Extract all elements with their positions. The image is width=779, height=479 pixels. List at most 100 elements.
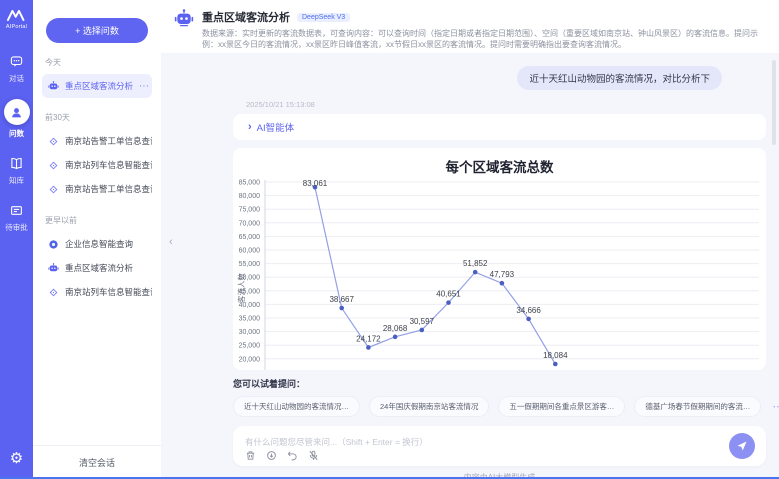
conversation-title: 重点区域客流分析	[65, 262, 133, 274]
robot-icon	[48, 81, 59, 92]
svg-text:25,000: 25,000	[239, 343, 261, 350]
logo-icon	[6, 9, 28, 22]
agent-steps-expander[interactable]: › AI智能体	[233, 114, 766, 140]
conversation-item[interactable]: 南京站告警工单信息查询	[42, 177, 152, 201]
message-input[interactable]	[245, 437, 601, 447]
svg-text:34,666: 34,666	[516, 306, 541, 315]
logo-text: AIPortal	[6, 24, 28, 30]
message-timestamp: 2025/10/21 15:13:08	[246, 100, 766, 109]
rail-item-knowledge[interactable]: 知库	[8, 154, 26, 186]
conversation-title: 重点区域客流分析	[65, 80, 133, 92]
robot-avatar-icon	[174, 9, 194, 53]
chevron-right-icon: ›	[248, 121, 252, 133]
arrow-down-circle-icon[interactable]	[266, 450, 277, 461]
svg-text:70,000: 70,000	[239, 220, 261, 227]
rail-items: 对话问数知库待审批	[4, 52, 30, 248]
trash-icon[interactable]	[245, 450, 256, 461]
suggestion-chip[interactable]: 近十天红山动物园的客流情况…	[233, 396, 360, 417]
approval-icon	[8, 201, 26, 219]
diamond-icon	[48, 287, 59, 298]
org-icon	[48, 239, 59, 250]
expander-label: AI智能体	[257, 120, 294, 134]
diamond-icon	[48, 184, 59, 195]
chat-bubble-icon	[8, 52, 26, 70]
paper-plane-icon	[736, 440, 748, 452]
svg-text:客流人数: 客流人数	[236, 273, 246, 303]
scrollbar-thumb[interactable]	[772, 60, 776, 145]
svg-text:20,000: 20,000	[239, 356, 261, 363]
svg-text:40,651: 40,651	[436, 290, 461, 299]
ask-data-icon	[4, 99, 30, 125]
icon-rail: AIPortal 对话问数知库待审批 ⚙	[0, 0, 33, 479]
conversation-title: 南京站列车信息智能查询	[65, 286, 152, 298]
rail-item-ask-data[interactable]: 问数	[4, 99, 30, 139]
chat-area: 近十天红山动物园的客流情况，对比分析下 2025/10/21 15:13:08 …	[161, 53, 779, 479]
collapse-panel-icon[interactable]: ‹	[169, 236, 173, 248]
svg-text:28,068: 28,068	[383, 324, 408, 333]
rail-item-label: 问数	[9, 128, 24, 139]
svg-text:65,000: 65,000	[239, 234, 261, 241]
conversation-item[interactable]: 南京站列车信息智能查询	[42, 153, 152, 177]
model-badge: DeepSeek V3	[297, 13, 350, 22]
send-button[interactable]	[729, 433, 755, 459]
passenger-flow-line-chart: 85,00080,00075,00070,00065,00060,00055,0…	[233, 178, 766, 370]
agent-title: 重点区域客流分析	[202, 9, 290, 25]
diamond-icon	[48, 136, 59, 147]
more-suggestions-icon[interactable]: ⋯	[772, 400, 779, 413]
rail-item-chat[interactable]: 对话	[8, 52, 26, 84]
section-label: 前30天	[45, 112, 149, 123]
conversation-item[interactable]: 企业信息智能查询	[42, 232, 152, 256]
section-label: 更早以前	[45, 215, 149, 226]
diamond-icon	[48, 160, 59, 171]
main-area: 重点区域客流分析 DeepSeek V3 数据来源：实时更新的客流数据表，可查询…	[161, 0, 779, 479]
conversation-sections: 今天重点区域客流分析 ⋯ 前30天南京站告警工单信息查询南京站列车信息智能查询南京站…	[33, 43, 161, 445]
select-dataset-button[interactable]: + 选择问数	[46, 18, 148, 43]
rail-item-approvals[interactable]: 待审批	[5, 201, 28, 233]
undo-icon[interactable]	[287, 450, 298, 461]
suggestion-chip[interactable]: 德基广场春节假期期间的客流…	[634, 396, 761, 417]
conversation-item[interactable]: 南京站列车信息智能查询	[42, 280, 152, 304]
mic-off-icon[interactable]	[308, 450, 319, 461]
svg-text:80,000: 80,000	[239, 193, 261, 200]
robot-icon	[48, 263, 59, 274]
svg-text:24,172: 24,172	[356, 334, 381, 343]
agent-header: 重点区域客流分析 DeepSeek V3 数据来源：实时更新的客流数据表，可查询…	[161, 0, 779, 53]
svg-text:51,852: 51,852	[463, 259, 488, 268]
app-logo: AIPortal	[6, 9, 28, 30]
user-message-bubble: 近十天红山动物园的客流情况，对比分析下	[517, 66, 722, 90]
rail-item-label: 对话	[9, 73, 24, 84]
svg-text:85,000: 85,000	[239, 180, 261, 187]
composer	[233, 426, 766, 466]
svg-text:60,000: 60,000	[239, 248, 261, 255]
section-label: 今天	[45, 57, 149, 68]
svg-text:83,061: 83,061	[303, 179, 328, 188]
chart-title: 每个区域客流总数	[308, 156, 692, 176]
svg-text:35,000: 35,000	[239, 316, 261, 323]
chart-card: 每个区域客流总数 85,00080,00075,00070,00065,0006…	[233, 148, 766, 370]
clear-session-button[interactable]: 清空会话	[33, 445, 161, 479]
conversation-item[interactable]: 重点区域客流分析	[42, 256, 152, 280]
conversation-title: 南京站列车信息智能查询	[65, 159, 152, 171]
svg-text:30,000: 30,000	[239, 329, 261, 336]
conversation-title: 南京站告警工单信息查询	[65, 135, 152, 147]
svg-text:38,667: 38,667	[329, 295, 354, 304]
settings-gear-icon[interactable]: ⚙	[10, 449, 23, 467]
svg-text:47,793: 47,793	[490, 270, 515, 279]
suggestion-chip[interactable]: 24年国庆假期南京站客流情况	[369, 396, 489, 417]
svg-text:55,000: 55,000	[239, 261, 261, 268]
suggestion-chips: 近十天红山动物园的客流情况… 24年国庆假期南京站客流情况五一假期期间各重点景区游…	[233, 396, 766, 417]
suggestions-label: 您可以试着提问：	[233, 377, 766, 390]
suggestion-chip[interactable]: 五一假期期间各重点景区游客…	[498, 396, 625, 417]
app-window: AIPortal 对话问数知库待审批 ⚙ + 选择问数 今天重点区域客流分析⋯前…	[0, 0, 779, 479]
rail-item-label: 知库	[9, 175, 24, 186]
conversation-panel: + 选择问数 今天重点区域客流分析 ⋯ 前30天南京站告警工单信息查询南京站列车信息…	[33, 0, 161, 479]
more-icon[interactable]: ⋯	[139, 81, 150, 92]
conversation-title: 南京站告警工单信息查询	[65, 183, 152, 195]
svg-text:18,084: 18,084	[543, 351, 568, 360]
conversation-title: 企业信息智能查询	[65, 238, 133, 250]
conversation-item[interactable]: 南京站告警工单信息查询	[42, 129, 152, 153]
svg-text:30,597: 30,597	[410, 317, 435, 326]
knowledge-icon	[8, 154, 26, 172]
conversation-item[interactable]: 重点区域客流分析 ⋯	[42, 74, 152, 98]
rail-item-label: 待审批	[5, 222, 28, 233]
